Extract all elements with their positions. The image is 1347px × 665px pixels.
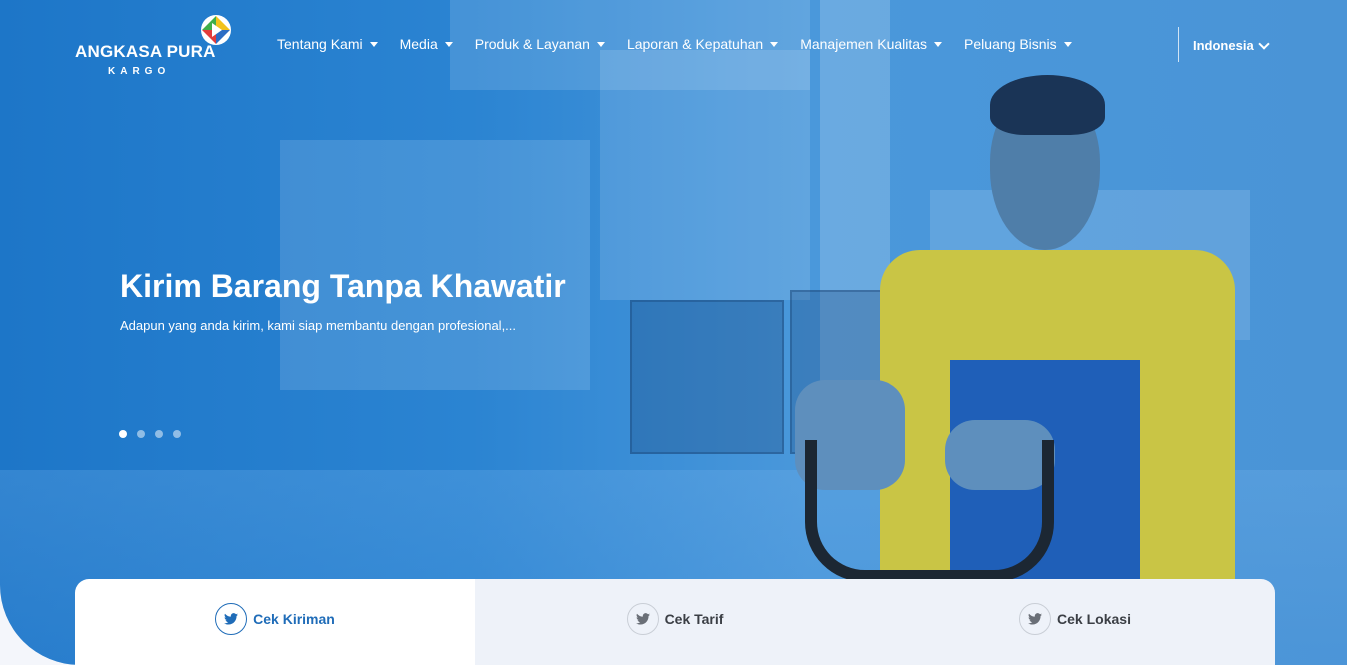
caret-down-icon — [934, 41, 943, 47]
chevron-down-icon — [1258, 37, 1270, 50]
nav-item-label: Manajemen Kualitas — [800, 36, 928, 52]
caret-down-icon — [369, 41, 378, 47]
logo-mark-icon — [201, 15, 231, 45]
nav-item-tentang-kami[interactable]: Tentang Kami — [277, 36, 378, 52]
nav-item-manajemen-kualitas[interactable]: Manajemen Kualitas — [800, 36, 943, 52]
logo-title: ANGKASA PURA — [75, 42, 216, 61]
background-wall-panel — [280, 140, 590, 390]
carousel-dot[interactable] — [119, 430, 127, 438]
language-label: Indonesia — [1193, 38, 1254, 53]
hero-headline: Kirim Barang Tanpa Khawatir — [120, 268, 566, 304]
nav-item-laporan-kepatuhan[interactable]: Laporan & Kepatuhan — [626, 36, 779, 52]
tab-cek-kiriman[interactable]: Cek Kiriman — [75, 579, 475, 665]
pallet-jack-handle — [805, 440, 1054, 582]
tab-label: Cek Tarif — [664, 611, 724, 627]
tab-label: Cek Lokasi — [1057, 611, 1131, 627]
nav-item-produk-layanan[interactable]: Produk & Layanan — [475, 36, 605, 52]
nav-item-peluang-bisnis[interactable]: Peluang Bisnis — [964, 36, 1072, 52]
background-shelf — [630, 300, 784, 454]
nav-item-label: Peluang Bisnis — [964, 36, 1057, 52]
carousel-dot[interactable] — [155, 430, 163, 438]
tracking-tabs: Cek Kiriman Cek Tarif Cek Lokasi — [75, 579, 1275, 665]
carousel-dots — [119, 430, 181, 438]
worker-hair — [990, 75, 1105, 135]
hero-subline: Adapun yang anda kirim, kami siap memban… — [120, 318, 517, 333]
tab-label: Cek Kiriman — [253, 611, 335, 627]
tab-cek-tarif[interactable]: Cek Tarif — [475, 579, 875, 665]
nav-item-label: Tentang Kami — [277, 36, 363, 52]
nav-item-label: Produk & Layanan — [474, 36, 590, 52]
logo-subtitle: KARGO — [108, 66, 171, 77]
carousel-dot[interactable] — [137, 430, 145, 438]
hero-banner: ANGKASA PURA KARGO Tentang Kami Media Pr… — [0, 0, 1347, 665]
nav-divider — [1178, 27, 1179, 62]
tab-cek-lokasi[interactable]: Cek Lokasi — [875, 579, 1275, 665]
caret-down-icon — [444, 41, 453, 47]
nav-item-label: Laporan & Kepatuhan — [626, 36, 764, 52]
main-nav: Tentang Kami Media Produk & Layanan Lapo… — [277, 36, 1094, 52]
caret-down-icon — [596, 41, 605, 47]
twitter-icon — [215, 603, 248, 635]
carousel-dot[interactable] — [173, 430, 181, 438]
caret-down-icon — [1063, 41, 1072, 47]
background-wall-panel — [600, 50, 810, 300]
nav-item-label: Media — [399, 36, 438, 52]
logo[interactable]: ANGKASA PURA KARGO — [75, 14, 235, 80]
caret-down-icon — [770, 41, 779, 47]
language-selector[interactable]: Indonesia — [1193, 37, 1270, 53]
twitter-icon — [1019, 603, 1052, 635]
twitter-icon — [626, 603, 659, 635]
nav-item-media[interactable]: Media — [400, 36, 453, 52]
